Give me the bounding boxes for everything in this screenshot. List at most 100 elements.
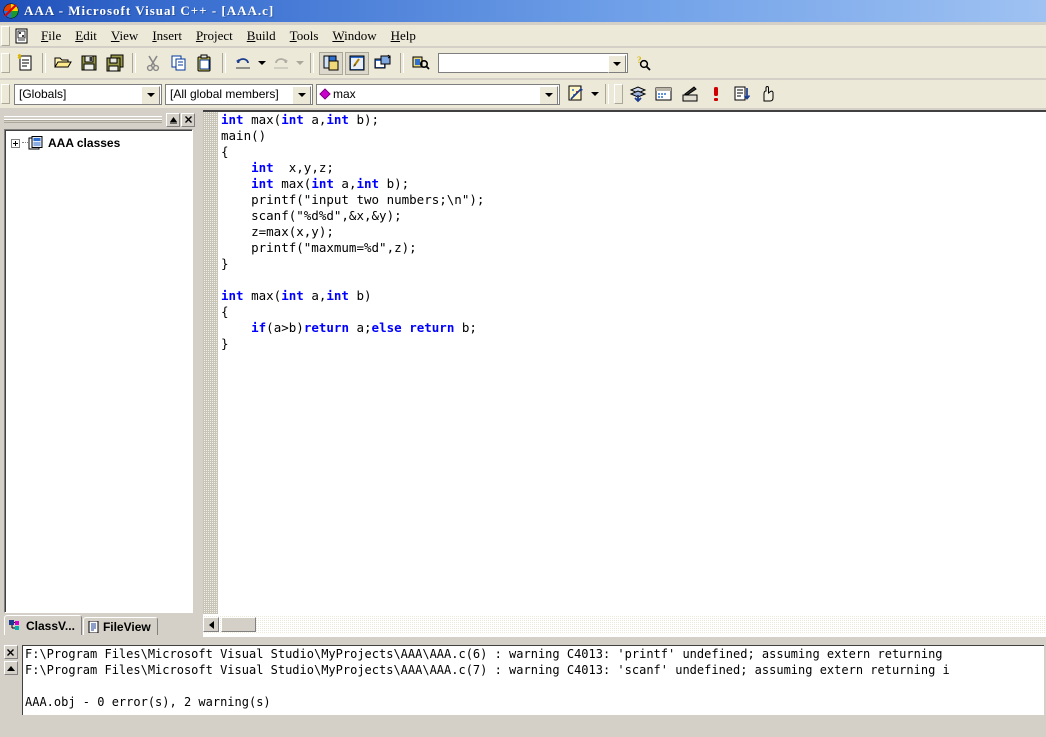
workspace-panel-caption <box>4 112 195 127</box>
menubar-grip[interactable] <box>1 25 10 46</box>
cut-icon[interactable] <box>141 52 165 75</box>
code-line: printf("maxmum=%d",z); <box>221 240 417 255</box>
workspace-icon[interactable] <box>319 51 343 75</box>
tree-node-label: AAA classes <box>48 136 121 150</box>
toolbar-separator <box>42 53 46 73</box>
wizardbar-grip[interactable] <box>1 84 10 104</box>
menu-item-tools[interactable]: Tools <box>283 26 326 46</box>
code-line: int max(int a,int b); <box>251 176 410 191</box>
menu-item-project[interactable]: Project <box>189 26 240 46</box>
classview-tree[interactable]: AAA classes <box>4 129 193 613</box>
close-icon[interactable] <box>3 645 18 659</box>
vcpp-main-window: AAA - Microsoft Visual C++ - [AAA.c] Fil… <box>0 0 1046 737</box>
output-line[interactable]: F:\Program Files\Microsoft Visual Studio… <box>25 662 1044 678</box>
workspace-panel: AAA classes ClassV... FileView <box>2 110 197 637</box>
copy-icon[interactable] <box>167 52 191 75</box>
member-combo[interactable]: max <box>316 83 560 105</box>
editor-horizontal-scrollbar[interactable] <box>203 616 1046 633</box>
filter-combo[interactable]: [All global members] <box>165 83 313 105</box>
search-help-icon[interactable]: ? <box>632 52 656 75</box>
toolbar-separator <box>400 53 404 73</box>
classview-icon <box>9 619 22 632</box>
output-line[interactable]: AAA.obj - 0 error(s), 2 warning(s) <box>25 694 1044 710</box>
find-combo-dropdown-button[interactable] <box>608 55 626 73</box>
filter-combo-value: [All global members] <box>170 87 279 101</box>
save-icon[interactable] <box>77 52 101 75</box>
editor-code-text[interactable]: int max(int a,int b); main(){ int x,y,z; … <box>218 112 1046 614</box>
standard-toolbar: ? <box>0 48 1046 78</box>
code-line: printf("input two numbers;\n"); <box>221 192 485 207</box>
member-combo-dropdown-button[interactable] <box>539 85 558 104</box>
window-list-icon[interactable] <box>371 52 395 75</box>
build-toolbar-grip[interactable] <box>614 84 623 104</box>
output-line[interactable]: F:\Program Files\Microsoft Visual Studio… <box>25 646 1044 662</box>
plus-expander-icon[interactable] <box>11 138 20 148</box>
new-text-file-icon[interactable] <box>13 52 37 75</box>
tab-classview[interactable]: ClassV... <box>4 615 82 635</box>
tab-fileview[interactable]: FileView <box>82 617 158 635</box>
menu-item-view[interactable]: View <box>104 26 145 46</box>
tree-node-aaa-classes[interactable]: AAA classes <box>5 134 192 152</box>
code-line: main() <box>221 128 267 143</box>
compile-icon[interactable] <box>626 83 650 106</box>
paste-icon[interactable] <box>193 52 217 75</box>
stop-build-icon[interactable] <box>678 83 702 106</box>
output-scroll-up-button[interactable] <box>3 661 18 675</box>
editor-scroll-thumb[interactable] <box>221 617 256 632</box>
menu-item-window[interactable]: Window <box>325 26 383 46</box>
class-combo-dropdown-button[interactable] <box>141 85 160 104</box>
output-pane-gutter <box>2 645 18 715</box>
undo-icon[interactable] <box>231 52 255 75</box>
standard-toolbar-grip[interactable] <box>1 53 10 73</box>
build-icon[interactable] <box>652 83 676 106</box>
menu-item-file[interactable]: File <box>34 26 68 46</box>
redo-dropdown-icon[interactable] <box>294 52 306 75</box>
build-output-text[interactable]: F:\Program Files\Microsoft Visual Studio… <box>22 645 1044 715</box>
title-bar[interactable]: AAA - Microsoft Visual C++ - [AAA.c] <box>0 0 1046 22</box>
code-line: } <box>221 256 229 271</box>
find-in-files-icon[interactable] <box>409 52 433 75</box>
editor-selection-margin[interactable] <box>203 112 218 614</box>
menu-item-edit[interactable]: Edit <box>68 26 104 46</box>
go-debug-icon[interactable] <box>730 83 754 106</box>
find-input[interactable] <box>439 54 608 72</box>
menu-item-insert[interactable]: Insert <box>145 26 189 46</box>
find-combo[interactable] <box>438 53 628 73</box>
wizardbar-separator <box>605 84 609 104</box>
output-pane: F:\Program Files\Microsoft Visual Studio… <box>0 643 1046 737</box>
wizard-bar: [Globals] [All global members] max <box>0 80 1046 108</box>
auto-hide-pin-icon[interactable] <box>166 112 180 127</box>
member-combo-value: max <box>333 87 356 101</box>
undo-dropdown-icon[interactable] <box>256 52 268 75</box>
output-window-icon[interactable] <box>345 51 369 75</box>
toolbar-separator <box>132 53 136 73</box>
wizardbar-actions-icon[interactable] <box>564 83 588 106</box>
tab-classview-label: ClassV... <box>26 618 75 633</box>
code-line: { <box>221 304 229 319</box>
output-line[interactable] <box>25 678 1044 694</box>
code-line: int max(int a,int b) <box>221 288 372 303</box>
toolbar-separator <box>310 53 314 73</box>
panel-caption-gripper[interactable] <box>4 116 162 123</box>
member-diamond-icon <box>319 88 331 100</box>
document-properties-icon[interactable] <box>14 28 30 44</box>
code-line: } <box>221 336 229 351</box>
menu-item-build[interactable]: Build <box>240 26 283 46</box>
redo-icon[interactable] <box>269 52 293 75</box>
editor-scroll-left-button[interactable] <box>203 617 219 632</box>
code-line: if(a>b)return a;else return b; <box>251 320 477 335</box>
menu-item-help[interactable]: Help <box>384 26 423 46</box>
save-all-icon[interactable] <box>103 52 127 75</box>
close-icon[interactable] <box>181 112 195 127</box>
code-line: { <box>221 144 229 159</box>
wizardbar-actions-dropdown-icon[interactable] <box>589 83 601 106</box>
class-combo[interactable]: [Globals] <box>14 83 162 105</box>
code-line: int max(int a,int b); <box>221 112 380 127</box>
window-title: AAA - Microsoft Visual C++ - [AAA.c] <box>24 3 275 18</box>
filter-combo-dropdown-button[interactable] <box>292 85 311 104</box>
execute-program-icon[interactable] <box>704 83 728 106</box>
insert-breakpoint-icon[interactable] <box>756 83 780 106</box>
open-icon[interactable] <box>51 52 75 75</box>
workspace-tab-strip: ClassV... FileView <box>4 615 195 635</box>
